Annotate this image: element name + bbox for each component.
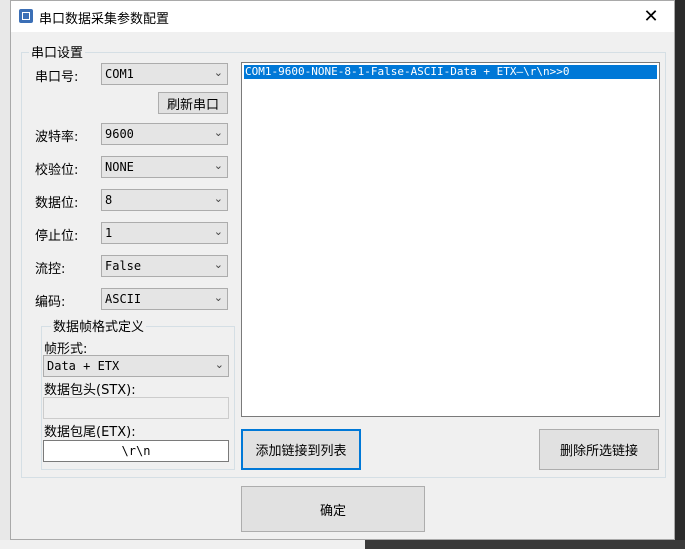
encoding-label: 编码: [35,295,66,310]
dialog-content: 串口设置 串口号: COM1 ⌄ 刷新串口 波特率: 9600 ⌄ 校验位: N… [11,32,674,539]
flow-value: False [105,259,142,273]
chevron-down-icon: ⌄ [213,225,223,238]
stopbits-value: 1 [105,226,113,240]
delete-selected-button[interactable]: 删除所选链接 [539,429,659,470]
window-title: 串口数据采集参数配置 [39,12,170,27]
close-icon: ✕ [643,6,659,27]
chevron-down-icon: ⌄ [213,192,223,205]
frame-form-select[interactable]: Data + ETX ⌄ [43,355,229,377]
background-window-edge [0,0,10,549]
stopbits-select[interactable]: 1 ⌄ [101,222,228,244]
baud-value: 9600 [105,127,134,141]
list-item[interactable]: COM1-9600-NONE-8-1-False-ASCII-Data + ET… [244,65,657,79]
ok-button[interactable]: 确定 [241,486,425,532]
close-button[interactable]: ✕ [628,1,674,32]
databits-value: 8 [105,193,113,207]
serial-settings-legend: 串口设置 [29,42,86,61]
port-label: 串口号: [35,70,79,85]
chevron-down-icon: ⌄ [213,66,223,79]
databits-label: 数据位: [35,196,79,211]
add-to-list-button[interactable]: 添加链接到列表 [241,429,361,470]
refresh-ports-button[interactable]: 刷新串口 [158,92,228,114]
parity-label: 校验位: [35,163,79,178]
etx-label: 数据包尾(ETX): [44,425,136,440]
etx-field[interactable]: \r\n [43,440,229,462]
chevron-down-icon: ⌄ [213,126,223,139]
baud-label: 波特率: [35,130,79,145]
chevron-down-icon: ⌄ [213,159,223,172]
connection-list[interactable]: COM1-9600-NONE-8-1-False-ASCII-Data + ET… [241,62,660,417]
databits-select[interactable]: 8 ⌄ [101,189,228,211]
encoding-value: ASCII [105,292,142,306]
chevron-down-icon: ⌄ [214,358,224,371]
title-bar: 串口数据采集参数配置 ✕ [11,1,674,32]
flow-select[interactable]: False ⌄ [101,255,228,277]
frame-form-value: Data + ETX [47,359,120,373]
flow-label: 流控: [35,262,66,277]
stx-label: 数据包头(STX): [44,383,136,398]
baud-select[interactable]: 9600 ⌄ [101,123,228,145]
dialog-window: 串口数据采集参数配置 ✕ 串口设置 串口号: COM1 ⌄ 刷新串口 波特率: … [10,0,675,540]
port-select[interactable]: COM1 ⌄ [101,63,228,85]
background-dark-area [365,540,685,549]
background-window-bottom [0,540,365,549]
parity-select[interactable]: NONE ⌄ [101,156,228,178]
parity-value: NONE [105,160,134,174]
stopbits-label: 停止位: [35,229,79,244]
encoding-select[interactable]: ASCII ⌄ [101,288,228,310]
frame-format-legend: 数据帧格式定义 [51,316,147,335]
port-value: COM1 [105,67,134,81]
app-icon [19,9,33,23]
stx-field[interactable] [43,397,229,419]
chevron-down-icon: ⌄ [213,258,223,271]
chevron-down-icon: ⌄ [213,291,223,304]
